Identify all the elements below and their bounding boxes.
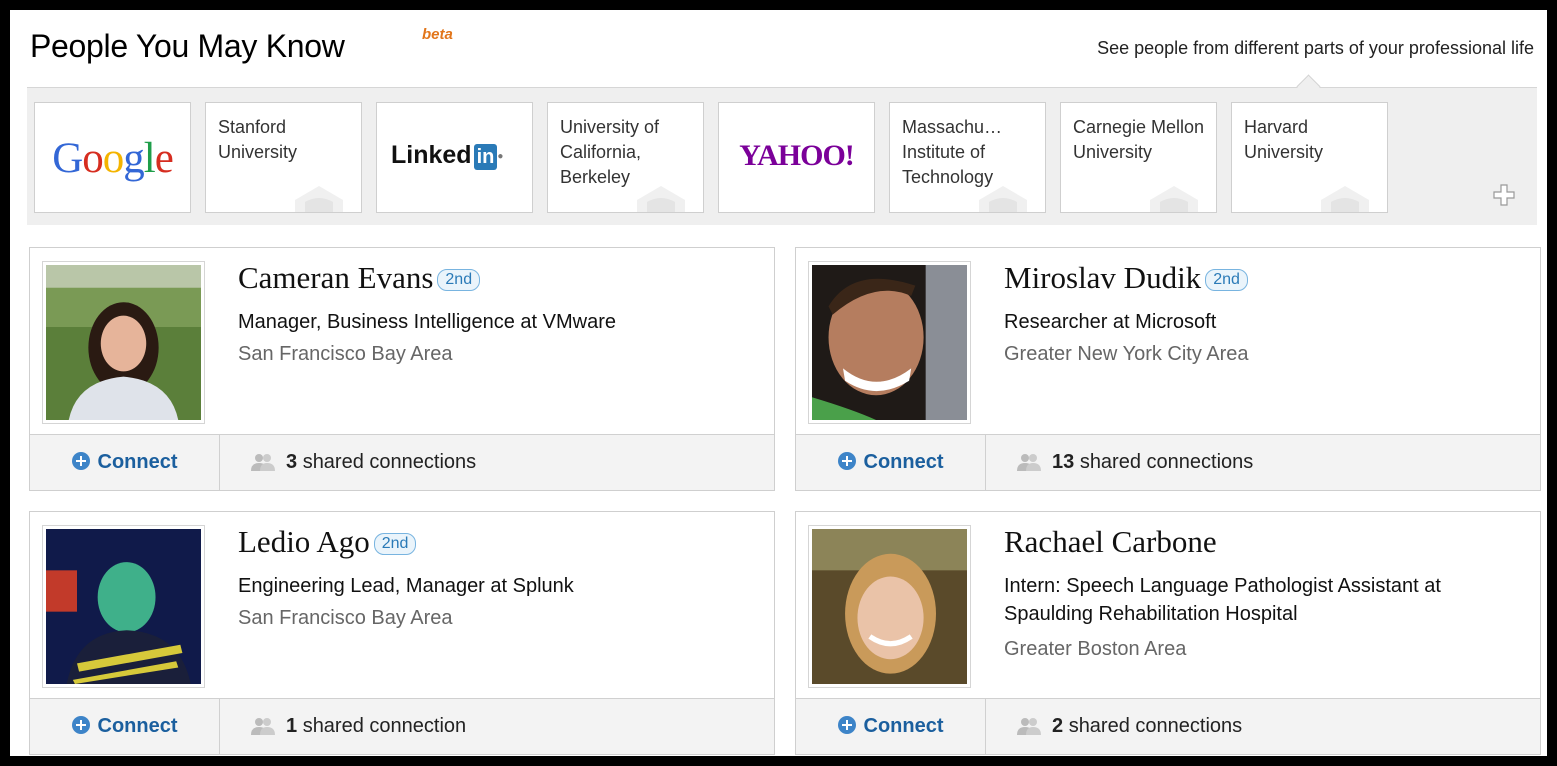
person-photo-image <box>812 529 967 684</box>
connect-button[interactable]: Connect <box>30 435 220 490</box>
person-photo-image <box>46 529 201 684</box>
graduation-cap-icon <box>1321 186 1369 212</box>
person-location: San Francisco Bay Area <box>238 607 453 629</box>
shared-connections-link[interactable]: 2 shared connections <box>1016 699 1242 754</box>
professional-life-link[interactable]: See people from different parts of your … <box>1097 38 1534 59</box>
person-card: Miroslav Dudik 2nd Researcher at Microsof… <box>795 247 1541 491</box>
person-name[interactable]: Ledio Ago 2nd <box>238 524 417 560</box>
person-location: San Francisco Bay Area <box>238 343 453 365</box>
filter-label: Harvard University <box>1244 117 1324 162</box>
person-headline: Engineering Lead, Manager at Splunk <box>238 575 574 597</box>
profile-photo[interactable] <box>808 261 971 424</box>
degree-badge: 2nd <box>437 269 481 291</box>
profile-photo[interactable] <box>808 525 971 688</box>
shared-connections-link[interactable]: 3 shared connections <box>250 435 476 490</box>
filter-tile-stanford[interactable]: Stanford University <box>205 102 362 213</box>
yahoo-logo: YAHOO! <box>739 139 855 172</box>
connect-button[interactable]: Connect <box>30 699 220 754</box>
module-title: People You May Know <box>30 28 345 64</box>
person-card: Ledio Ago 2nd Engineering Lead, Manager a… <box>29 511 775 755</box>
person-card: Cameran Evans 2nd Manager, Business Intel… <box>29 247 775 491</box>
degree-badge: 2nd <box>1205 269 1248 291</box>
graduation-cap-icon <box>295 186 343 212</box>
linkedin-logo: Linked in ● <box>391 141 504 170</box>
graduation-cap-icon <box>1150 186 1198 212</box>
card-footer: Connect 2 shared connections <box>796 698 1540 754</box>
person-name[interactable]: Miroslav Dudik 2nd <box>1004 260 1248 296</box>
filter-tile-mit[interactable]: Massachu… Institute of Technology <box>889 102 1046 213</box>
people-icon <box>1017 454 1041 471</box>
shared-connections-link[interactable]: 1 shared connection <box>250 699 466 754</box>
profile-photo[interactable] <box>42 525 205 688</box>
shared-connections-link[interactable]: 13 shared connections <box>1016 435 1253 490</box>
plus-circle-icon <box>837 716 856 734</box>
filter-tile-berkeley[interactable]: University of California, Berkeley <box>547 102 704 213</box>
add-filter-icon[interactable] <box>1493 184 1515 206</box>
person-headline: Manager, Business Intelligence at VMware <box>238 311 616 333</box>
filter-tile-yahoo[interactable]: YAHOO! <box>718 102 875 213</box>
graduation-cap-icon <box>979 186 1027 212</box>
person-location: Greater Boston Area <box>1004 638 1187 660</box>
connect-button[interactable]: Connect <box>796 699 986 754</box>
person-photo-image <box>46 265 201 420</box>
person-headline: Intern: Speech Language Pathologist Assi… <box>1004 575 1441 625</box>
degree-badge: 2nd <box>373 533 417 555</box>
profile-photo[interactable] <box>42 261 205 424</box>
card-footer: Connect 1 shared connection <box>30 698 774 754</box>
person-card: Rachael Carbone Intern: Speech Language … <box>795 511 1541 755</box>
beta-label: beta <box>422 26 453 43</box>
plus-circle-icon <box>837 452 856 470</box>
person-photo-image <box>812 265 967 420</box>
people-you-may-know-module: People You May Know beta See people from… <box>10 10 1547 756</box>
google-logo: Google <box>52 135 174 182</box>
plus-circle-icon <box>71 452 90 470</box>
person-name[interactable]: Cameran Evans 2nd <box>238 260 481 296</box>
graduation-cap-icon <box>637 186 685 212</box>
card-footer: Connect 13 shared connections <box>796 434 1540 490</box>
people-icon <box>1017 718 1041 735</box>
card-footer: Connect 3 shared connections <box>30 434 774 490</box>
plus-circle-icon <box>71 716 90 734</box>
filter-tile-linkedin[interactable]: Linked in ● <box>376 102 533 213</box>
person-name[interactable]: Rachael Carbone <box>1004 524 1217 560</box>
filter-tile-cmu[interactable]: Carnegie Mellon University <box>1060 102 1217 213</box>
filter-tile-harvard[interactable]: Harvard University <box>1231 102 1388 213</box>
filter-label: Stanford University <box>218 117 298 162</box>
filter-tile-google[interactable]: Google <box>34 102 191 213</box>
filter-strip: Google Stanford University Linked in ● Uni… <box>27 87 1537 225</box>
connect-button[interactable]: Connect <box>796 435 986 490</box>
filter-label: Carnegie Mellon University <box>1073 117 1205 162</box>
person-headline: Researcher at Microsoft <box>1004 311 1217 333</box>
person-location: Greater New York City Area <box>1004 343 1249 365</box>
people-icon <box>251 454 275 471</box>
people-icon <box>251 718 275 735</box>
